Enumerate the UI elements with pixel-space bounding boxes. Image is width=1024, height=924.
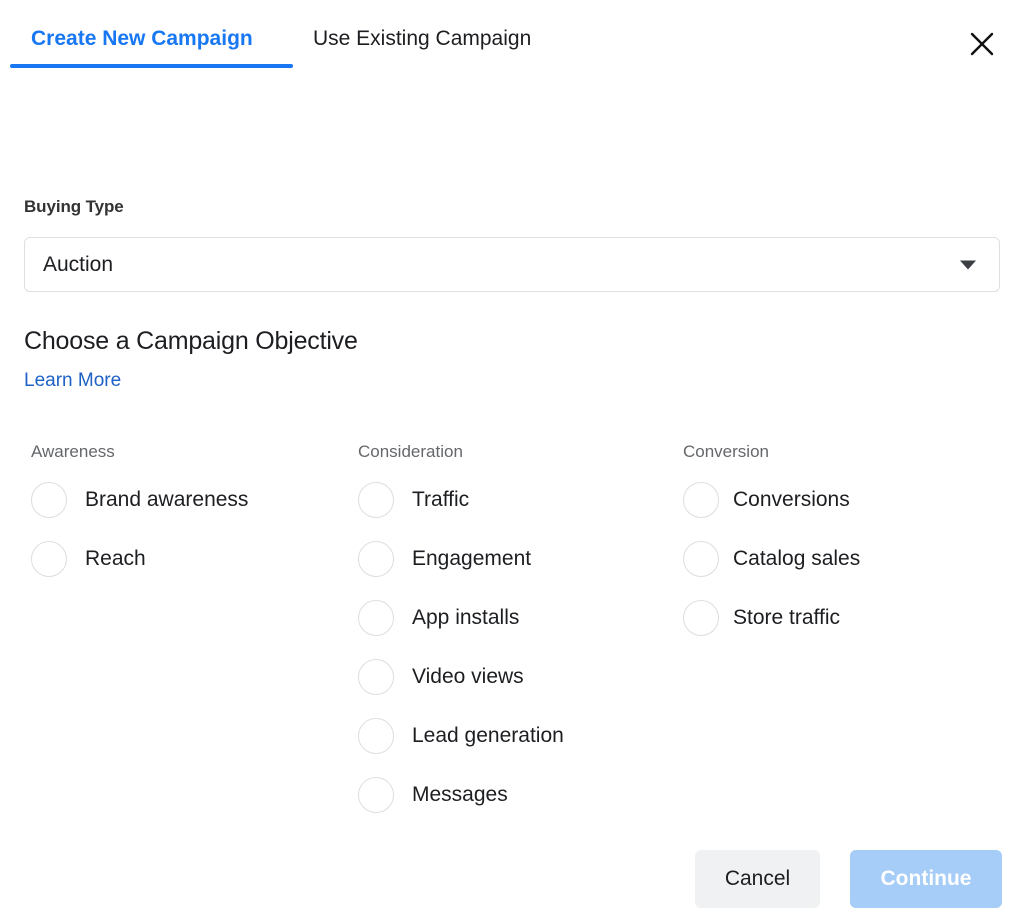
dialog-body: Buying Type Auction Choose a Campaign Ob… [0, 76, 1024, 924]
radio-icon[interactable] [31, 482, 67, 518]
column-title-conversion: Conversion [683, 442, 860, 462]
buying-type-select[interactable]: Auction [24, 237, 1000, 292]
buying-type-value: Auction [25, 253, 113, 277]
continue-button[interactable]: Continue [850, 850, 1002, 908]
chevron-down-icon [960, 260, 976, 269]
option-label: Engagement [412, 547, 531, 571]
radio-icon[interactable] [683, 541, 719, 577]
objective-column-awareness: Awareness Brand awareness Reach [31, 442, 248, 578]
tab-create-new-campaign[interactable]: Create New Campaign [31, 26, 253, 52]
radio-icon[interactable] [358, 482, 394, 518]
radio-icon[interactable] [358, 718, 394, 754]
cancel-button[interactable]: Cancel [695, 850, 820, 908]
option-engagement[interactable]: Engagement [358, 540, 564, 578]
create-campaign-dialog: Create New Campaign Use Existing Campaig… [0, 0, 1024, 924]
option-label: Brand awareness [85, 488, 248, 512]
objective-column-consideration: Consideration Traffic Engagement App ins… [358, 442, 564, 814]
radio-icon[interactable] [683, 482, 719, 518]
learn-more-link[interactable]: Learn More [24, 370, 121, 392]
option-messages[interactable]: Messages [358, 776, 564, 814]
option-label: Store traffic [733, 606, 840, 630]
option-catalog-sales[interactable]: Catalog sales [683, 540, 860, 578]
dialog-footer: Cancel Continue [0, 834, 1024, 924]
option-lead-generation[interactable]: Lead generation [358, 717, 564, 755]
option-label: App installs [412, 606, 519, 630]
column-title-consideration: Consideration [358, 442, 564, 462]
tab-use-existing-campaign[interactable]: Use Existing Campaign [313, 26, 531, 52]
dialog-tab-bar: Create New Campaign Use Existing Campaig… [0, 0, 1024, 76]
option-store-traffic[interactable]: Store traffic [683, 599, 860, 637]
option-label: Reach [85, 547, 146, 571]
option-video-views[interactable]: Video views [358, 658, 564, 696]
option-reach[interactable]: Reach [31, 540, 248, 578]
buying-type-label: Buying Type [24, 197, 124, 217]
radio-icon[interactable] [358, 600, 394, 636]
option-label: Video views [412, 665, 524, 689]
radio-icon[interactable] [358, 659, 394, 695]
close-icon [969, 31, 995, 57]
option-label: Messages [412, 783, 508, 807]
option-app-installs[interactable]: App installs [358, 599, 564, 637]
page-title: Choose a Campaign Objective [24, 327, 358, 356]
radio-icon[interactable] [31, 541, 67, 577]
close-button[interactable] [961, 23, 1003, 65]
option-label: Catalog sales [733, 547, 860, 571]
option-traffic[interactable]: Traffic [358, 481, 564, 519]
option-label: Conversions [733, 488, 850, 512]
active-tab-indicator [10, 64, 293, 68]
radio-icon[interactable] [358, 777, 394, 813]
radio-icon[interactable] [683, 600, 719, 636]
option-label: Lead generation [412, 724, 564, 748]
column-title-awareness: Awareness [31, 442, 248, 462]
radio-icon[interactable] [358, 541, 394, 577]
option-brand-awareness[interactable]: Brand awareness [31, 481, 248, 519]
objective-column-conversion: Conversion Conversions Catalog sales Sto… [683, 442, 860, 637]
option-conversions[interactable]: Conversions [683, 481, 860, 519]
option-label: Traffic [412, 488, 469, 512]
